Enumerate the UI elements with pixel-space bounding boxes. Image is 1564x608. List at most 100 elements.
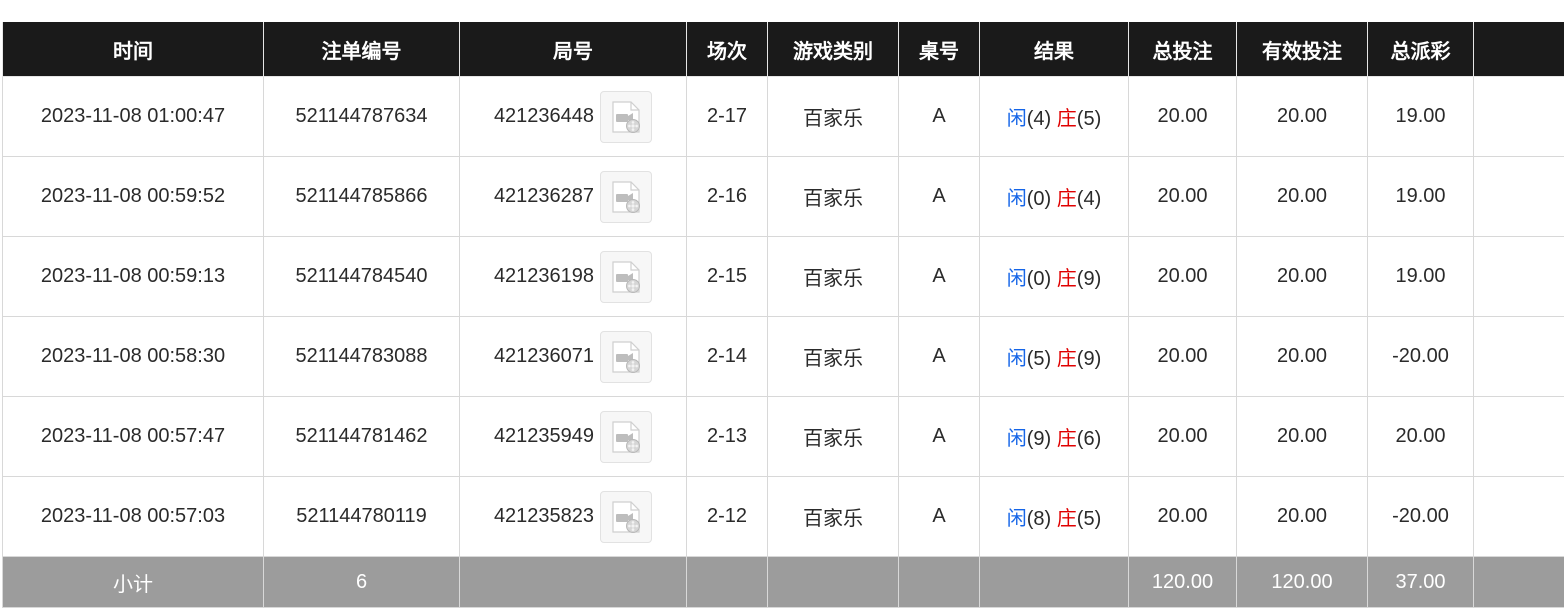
subtotal-total-bet: 120.00 [1129,557,1237,608]
result-player-label: 闲 [1007,428,1027,450]
video-replay-icon[interactable] [600,251,652,303]
cell-session: 2-17 [687,77,768,157]
subtotal-payout: 37.00 [1368,557,1474,608]
cell-payout: 19.00 [1368,157,1474,237]
subtotal-empty-game [768,557,899,608]
cell-bet-id: 521144780119 [264,477,460,557]
table-row: 2023-11-08 01:00:47 521144787634 4212364… [3,77,1564,157]
result-player-value: (8) [1027,508,1051,530]
cell-result: 闲(5) 庄(9) [980,317,1129,397]
subtotal-empty-result [980,557,1129,608]
result-banker-label: 庄 [1057,188,1077,210]
cell-session: 2-16 [687,157,768,237]
cell-round: 421236287 [460,157,687,237]
cell-total-bet: 20.00 [1129,317,1237,397]
cell-table-no: A [899,477,980,557]
cell-round-id: 421235949 [494,425,594,448]
cell-bet-id: 521144783088 [264,317,460,397]
cell-bet-id: 521144784540 [264,237,460,317]
cell-time: 2023-11-08 00:59:52 [3,157,264,237]
result-banker-value: (5) [1077,108,1101,130]
column-header-valid-bet: 有效投注 [1237,22,1368,77]
result-banker-value: (9) [1077,268,1101,290]
cell-time: 2023-11-08 00:58:30 [3,317,264,397]
cell-total-bet: 20.00 [1129,397,1237,477]
cell-bet-id: 521144781462 [264,397,460,477]
result-player-label: 闲 [1007,508,1027,530]
table-row: 2023-11-08 00:59:13 521144784540 4212361… [3,237,1564,317]
result-player-value: (5) [1027,348,1051,370]
cell-total-bet: 20.00 [1129,237,1237,317]
cell-game-type: 百家乐 [768,317,899,397]
cell-round: 421236198 [460,237,687,317]
result-banker-value: (4) [1077,188,1101,210]
cell-round: 421236071 [460,317,687,397]
subtotal-row: 小计 6 120.00 120.00 37.00 [3,557,1564,608]
cell-valid-bet: 20.00 [1237,477,1368,557]
result-player-label: 闲 [1007,348,1027,370]
cell-table-no: A [899,397,980,477]
video-replay-icon[interactable] [600,491,652,543]
column-header-extra [1474,22,1564,77]
column-header-payout: 总派彩 [1368,22,1474,77]
cell-extra [1474,317,1564,397]
subtotal-empty-session [687,557,768,608]
subtotal-count: 6 [264,557,460,608]
result-player-value: (4) [1027,108,1051,130]
table-row: 2023-11-08 00:57:47 521144781462 4212359… [3,397,1564,477]
video-replay-icon[interactable] [600,91,652,143]
cell-table-no: A [899,157,980,237]
cell-game-type: 百家乐 [768,237,899,317]
table-header-row: 时间 注单编号 局号 场次 游戏类别 桌号 结果 总投注 有效投注 总派彩 [3,22,1564,77]
result-banker-value: (9) [1077,348,1101,370]
cell-session: 2-12 [687,477,768,557]
cell-session: 2-13 [687,397,768,477]
cell-result: 闲(8) 庄(5) [980,477,1129,557]
result-banker-label: 庄 [1057,108,1077,130]
result-player-value: (0) [1027,268,1051,290]
cell-payout: 19.00 [1368,77,1474,157]
cell-session: 2-14 [687,317,768,397]
cell-result: 闲(0) 庄(9) [980,237,1129,317]
cell-game-type: 百家乐 [768,477,899,557]
cell-result: 闲(4) 庄(5) [980,77,1129,157]
result-banker-label: 庄 [1057,268,1077,290]
cell-round-id: 421236448 [494,105,594,128]
video-replay-icon[interactable] [600,331,652,383]
cell-round-id: 421235823 [494,505,594,528]
cell-game-type: 百家乐 [768,77,899,157]
table-row: 2023-11-08 00:59:52 521144785866 4212362… [3,157,1564,237]
result-player-value: (0) [1027,188,1051,210]
column-header-time: 时间 [3,22,264,77]
result-banker-value: (5) [1077,508,1101,530]
cell-total-bet: 20.00 [1129,77,1237,157]
cell-valid-bet: 20.00 [1237,237,1368,317]
cell-table-no: A [899,77,980,157]
cell-round-id: 421236071 [494,345,594,368]
cell-payout: 20.00 [1368,397,1474,477]
cell-valid-bet: 20.00 [1237,317,1368,397]
video-replay-icon[interactable] [600,411,652,463]
cell-extra [1474,397,1564,477]
column-header-table-no: 桌号 [899,22,980,77]
cell-table-no: A [899,237,980,317]
cell-result: 闲(9) 庄(6) [980,397,1129,477]
column-header-session: 场次 [687,22,768,77]
cell-game-type: 百家乐 [768,157,899,237]
cell-table-no: A [899,317,980,397]
video-replay-icon[interactable] [600,171,652,223]
column-header-result: 结果 [980,22,1129,77]
result-banker-label: 庄 [1057,428,1077,450]
cell-extra [1474,237,1564,317]
cell-payout: -20.00 [1368,477,1474,557]
bet-history-table: 时间 注单编号 局号 场次 游戏类别 桌号 结果 总投注 有效投注 总派彩 20… [2,22,1564,608]
cell-time: 2023-11-08 01:00:47 [3,77,264,157]
cell-extra [1474,77,1564,157]
cell-round-id: 421236287 [494,185,594,208]
cell-round-id: 421236198 [494,265,594,288]
subtotal-empty-table [899,557,980,608]
subtotal-empty-extra [1474,557,1564,608]
result-banker-value: (6) [1077,428,1101,450]
subtotal-label: 小计 [3,557,264,608]
cell-game-type: 百家乐 [768,397,899,477]
